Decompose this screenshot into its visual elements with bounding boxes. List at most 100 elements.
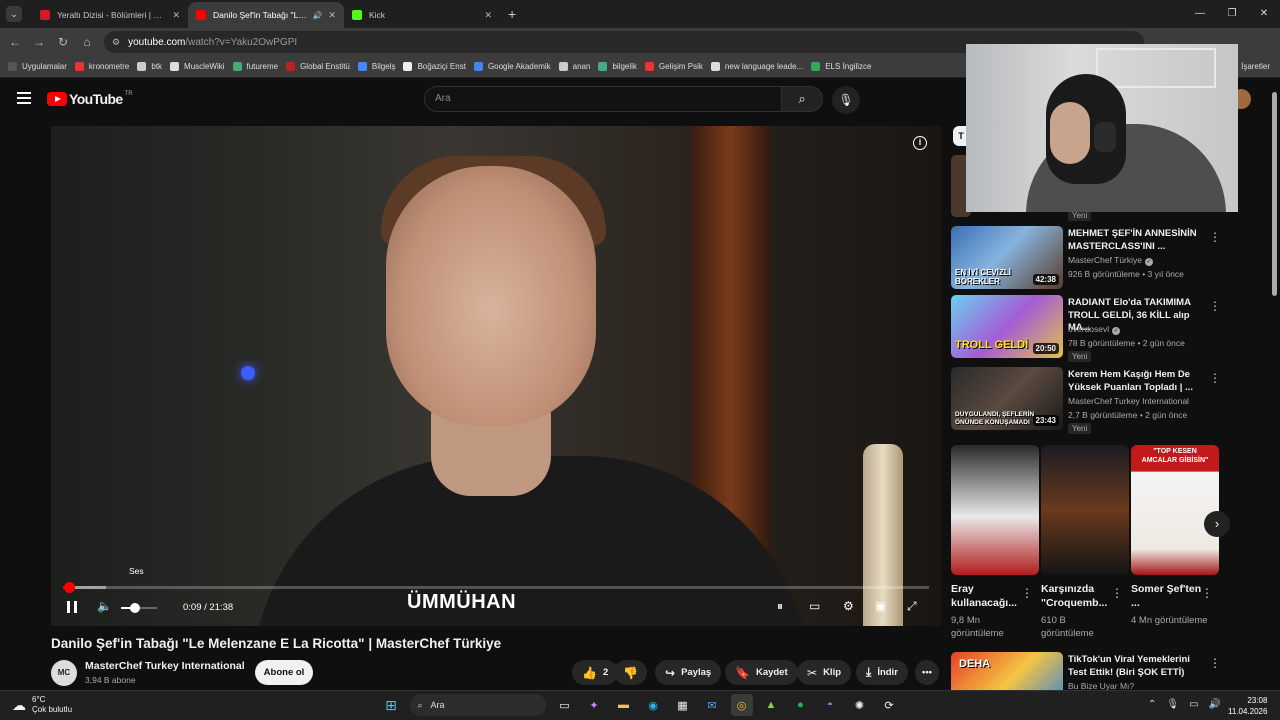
windows-start-icon[interactable]: ⊞	[380, 694, 402, 716]
bookmark-item[interactable]: Uygulamalar	[8, 62, 67, 71]
more-vertical-icon[interactable]: ⋮	[1021, 586, 1033, 600]
bookmark-item[interactable]: anan	[558, 62, 590, 71]
list-item[interactable]: TROLL GELDİ 20:50 RADIANT Elo'da TAKIMIM…	[951, 295, 1221, 365]
channel-name[interactable]: MasterChef Turkey International	[85, 660, 245, 672]
settings-icon[interactable]: ⚙	[843, 599, 854, 613]
bookmark-item[interactable]: new language leade...	[710, 62, 803, 71]
tab-kick[interactable]: Kick ✕	[344, 2, 500, 28]
save-button[interactable]: 🔖 Kaydet	[725, 660, 798, 685]
close-tab-icon[interactable]: ✕	[484, 10, 492, 21]
more-actions-button[interactable]: •••	[915, 660, 939, 685]
short-thumbnail[interactable]: "TOP KESEN AMCALAR GİBİSİN"	[1131, 445, 1219, 575]
bookmark-item[interactable]: bilgelik	[598, 62, 637, 71]
speaker-icon[interactable]: 🔊	[312, 11, 322, 20]
store-icon[interactable]: ▦	[672, 694, 694, 716]
like-button[interactable]: 👍 2	[572, 660, 619, 685]
edge-icon[interactable]: ◉	[642, 694, 664, 716]
channel-avatar[interactable]: MC	[51, 660, 77, 686]
autoplay-toggle-icon[interactable]: ⏸	[777, 599, 783, 614]
back-icon[interactable]: ←	[3, 35, 27, 49]
miniplayer-icon[interactable]: ▣	[875, 599, 886, 613]
fullscreen-icon[interactable]: ⤢	[907, 599, 917, 614]
progress-bar[interactable]	[63, 582, 929, 593]
site-info-icon[interactable]: ⚙	[112, 37, 120, 48]
bookmark-item[interactable]: btk	[137, 62, 162, 71]
list-item[interactable]: EN İYİ CEVİZLİ BÖREKLER 42:38 MEHMET ŞEF…	[951, 226, 1221, 296]
clip-button[interactable]: ✂ Klip	[797, 660, 852, 685]
home-icon[interactable]: ⌂	[75, 35, 99, 49]
short-thumbnail[interactable]	[1041, 445, 1129, 575]
reload-icon[interactable]: ↻	[51, 35, 75, 49]
volume-icon[interactable]: 🔈	[97, 599, 112, 613]
short-thumbnail[interactable]	[951, 445, 1039, 575]
video-player[interactable]: i ÜMMÜHAN Ses 🔈 0:09 / 21:38 ⏸ ▭ ⚙ ▣ ⤢	[51, 126, 941, 626]
shorts-next-icon[interactable]: ›	[1204, 511, 1230, 537]
youtube-logo[interactable]: YouTube TR	[47, 91, 133, 107]
subscribe-button[interactable]: Abone ol	[255, 660, 313, 685]
bookmark-item[interactable]: Bilgelş	[357, 62, 395, 71]
new-tab-icon[interactable]: +	[508, 6, 516, 22]
dislike-button[interactable]: 👎	[614, 660, 647, 685]
task-view-icon[interactable]: ▭	[554, 694, 576, 716]
subtitles-icon[interactable]: ▭	[809, 599, 820, 613]
display-icon[interactable]: ▭	[1189, 699, 1198, 710]
minimize-icon[interactable]: —	[1184, 0, 1216, 28]
more-vertical-icon[interactable]: ⋮	[1209, 371, 1221, 385]
spotify-icon[interactable]: ●	[790, 694, 812, 716]
bookmark-item[interactable]: ELS İngilizce	[811, 62, 871, 71]
short-title[interactable]: Somer Şef'ten ...	[1131, 582, 1209, 610]
more-vertical-icon[interactable]: ⋮	[1209, 656, 1221, 670]
page-scrollbar[interactable]	[1272, 92, 1277, 296]
bookmark-item[interactable]: Gelişim Psik	[644, 62, 703, 71]
menu-icon[interactable]	[17, 92, 31, 104]
bookmark-item[interactable]: Google Akademik	[473, 62, 551, 71]
close-window-icon[interactable]: ✕	[1248, 0, 1280, 28]
chatgpt-icon[interactable]: ✺	[849, 694, 871, 716]
microphone-icon[interactable]: 🎙	[1166, 699, 1179, 710]
more-vertical-icon[interactable]: ⋮	[1209, 299, 1221, 313]
search-icon[interactable]: ⌕	[781, 86, 823, 112]
taskbar-search[interactable]: ⌕ Ara	[409, 694, 546, 716]
bookmark-item[interactable]: Global Enstitü	[286, 62, 350, 71]
restore-icon[interactable]: ❐	[1216, 0, 1248, 28]
tab-youtube[interactable]: Danilo Şef'in Tabağı "Le Me 🔊 ✕	[188, 2, 344, 28]
more-vertical-icon[interactable]: ⋮	[1209, 230, 1221, 244]
clock[interactable]: 23:08 11.04.2026	[1228, 695, 1267, 717]
short-title[interactable]: Karşınızda "Croquemb...	[1041, 582, 1119, 610]
app-icon[interactable]: ▲	[760, 694, 782, 716]
chrome-icon[interactable]: ◎	[730, 694, 753, 716]
more-vertical-icon[interactable]: ⋮	[1201, 586, 1213, 600]
volume-slider[interactable]	[121, 603, 157, 613]
bookmark-item[interactable]: kronometre	[74, 62, 129, 71]
mail-icon[interactable]: ✉	[701, 694, 723, 716]
scrubber-handle[interactable]	[64, 582, 76, 593]
weather-widget[interactable]: ☁ 6°C Çok bulutlu	[12, 695, 72, 715]
more-vertical-icon[interactable]: ⋮	[1111, 586, 1123, 600]
close-tab-icon[interactable]: ✕	[328, 10, 336, 21]
volume-handle[interactable]	[130, 603, 141, 613]
speaker-icon[interactable]: 🔊	[1209, 699, 1221, 710]
share-button[interactable]: ↪ Paylaş	[655, 660, 722, 685]
file-explorer-icon[interactable]: ▬	[613, 694, 635, 716]
bookmark-item[interactable]: MuscleWiki	[170, 62, 225, 71]
close-tab-icon[interactable]: ✕	[172, 10, 180, 21]
bookmark-item[interactable]: futureme	[232, 62, 278, 71]
microphone-icon[interactable]: 🎙	[832, 86, 860, 114]
short-title[interactable]: Eray kullanacağı...	[951, 582, 1029, 610]
tab-search-button[interactable]: ⌄	[6, 6, 22, 22]
forward-icon[interactable]: →	[27, 35, 51, 49]
all-bookmarks-label[interactable]: İşaretler	[1241, 62, 1270, 71]
pause-icon[interactable]	[67, 601, 77, 613]
list-item[interactable]: DUYGULANDI, ŞEFLERİN ÖNÜNDE KONUŞAMADI 2…	[951, 367, 1221, 437]
info-icon[interactable]: i	[913, 136, 927, 150]
bookmark-item[interactable]: Boğaziçi Enst	[403, 62, 466, 71]
thumbs-down-icon: 👎	[623, 665, 638, 680]
chevron-up-icon[interactable]: ⌃	[1148, 699, 1156, 710]
app-icon[interactable]: ⟳	[878, 694, 900, 716]
discord-icon[interactable]: ◓	[819, 694, 841, 716]
list-item[interactable]: DEHA TikTok'un Viral Yemeklerini Test Et…	[951, 652, 1221, 690]
tab-now[interactable]: Yeraltı Dizisi - Bölümleri | NOW ✕	[32, 2, 188, 28]
copilot-icon[interactable]: ✦	[583, 694, 605, 716]
download-button[interactable]: ⤓ İndir	[856, 660, 908, 685]
search-input[interactable]: Ara	[424, 86, 782, 112]
